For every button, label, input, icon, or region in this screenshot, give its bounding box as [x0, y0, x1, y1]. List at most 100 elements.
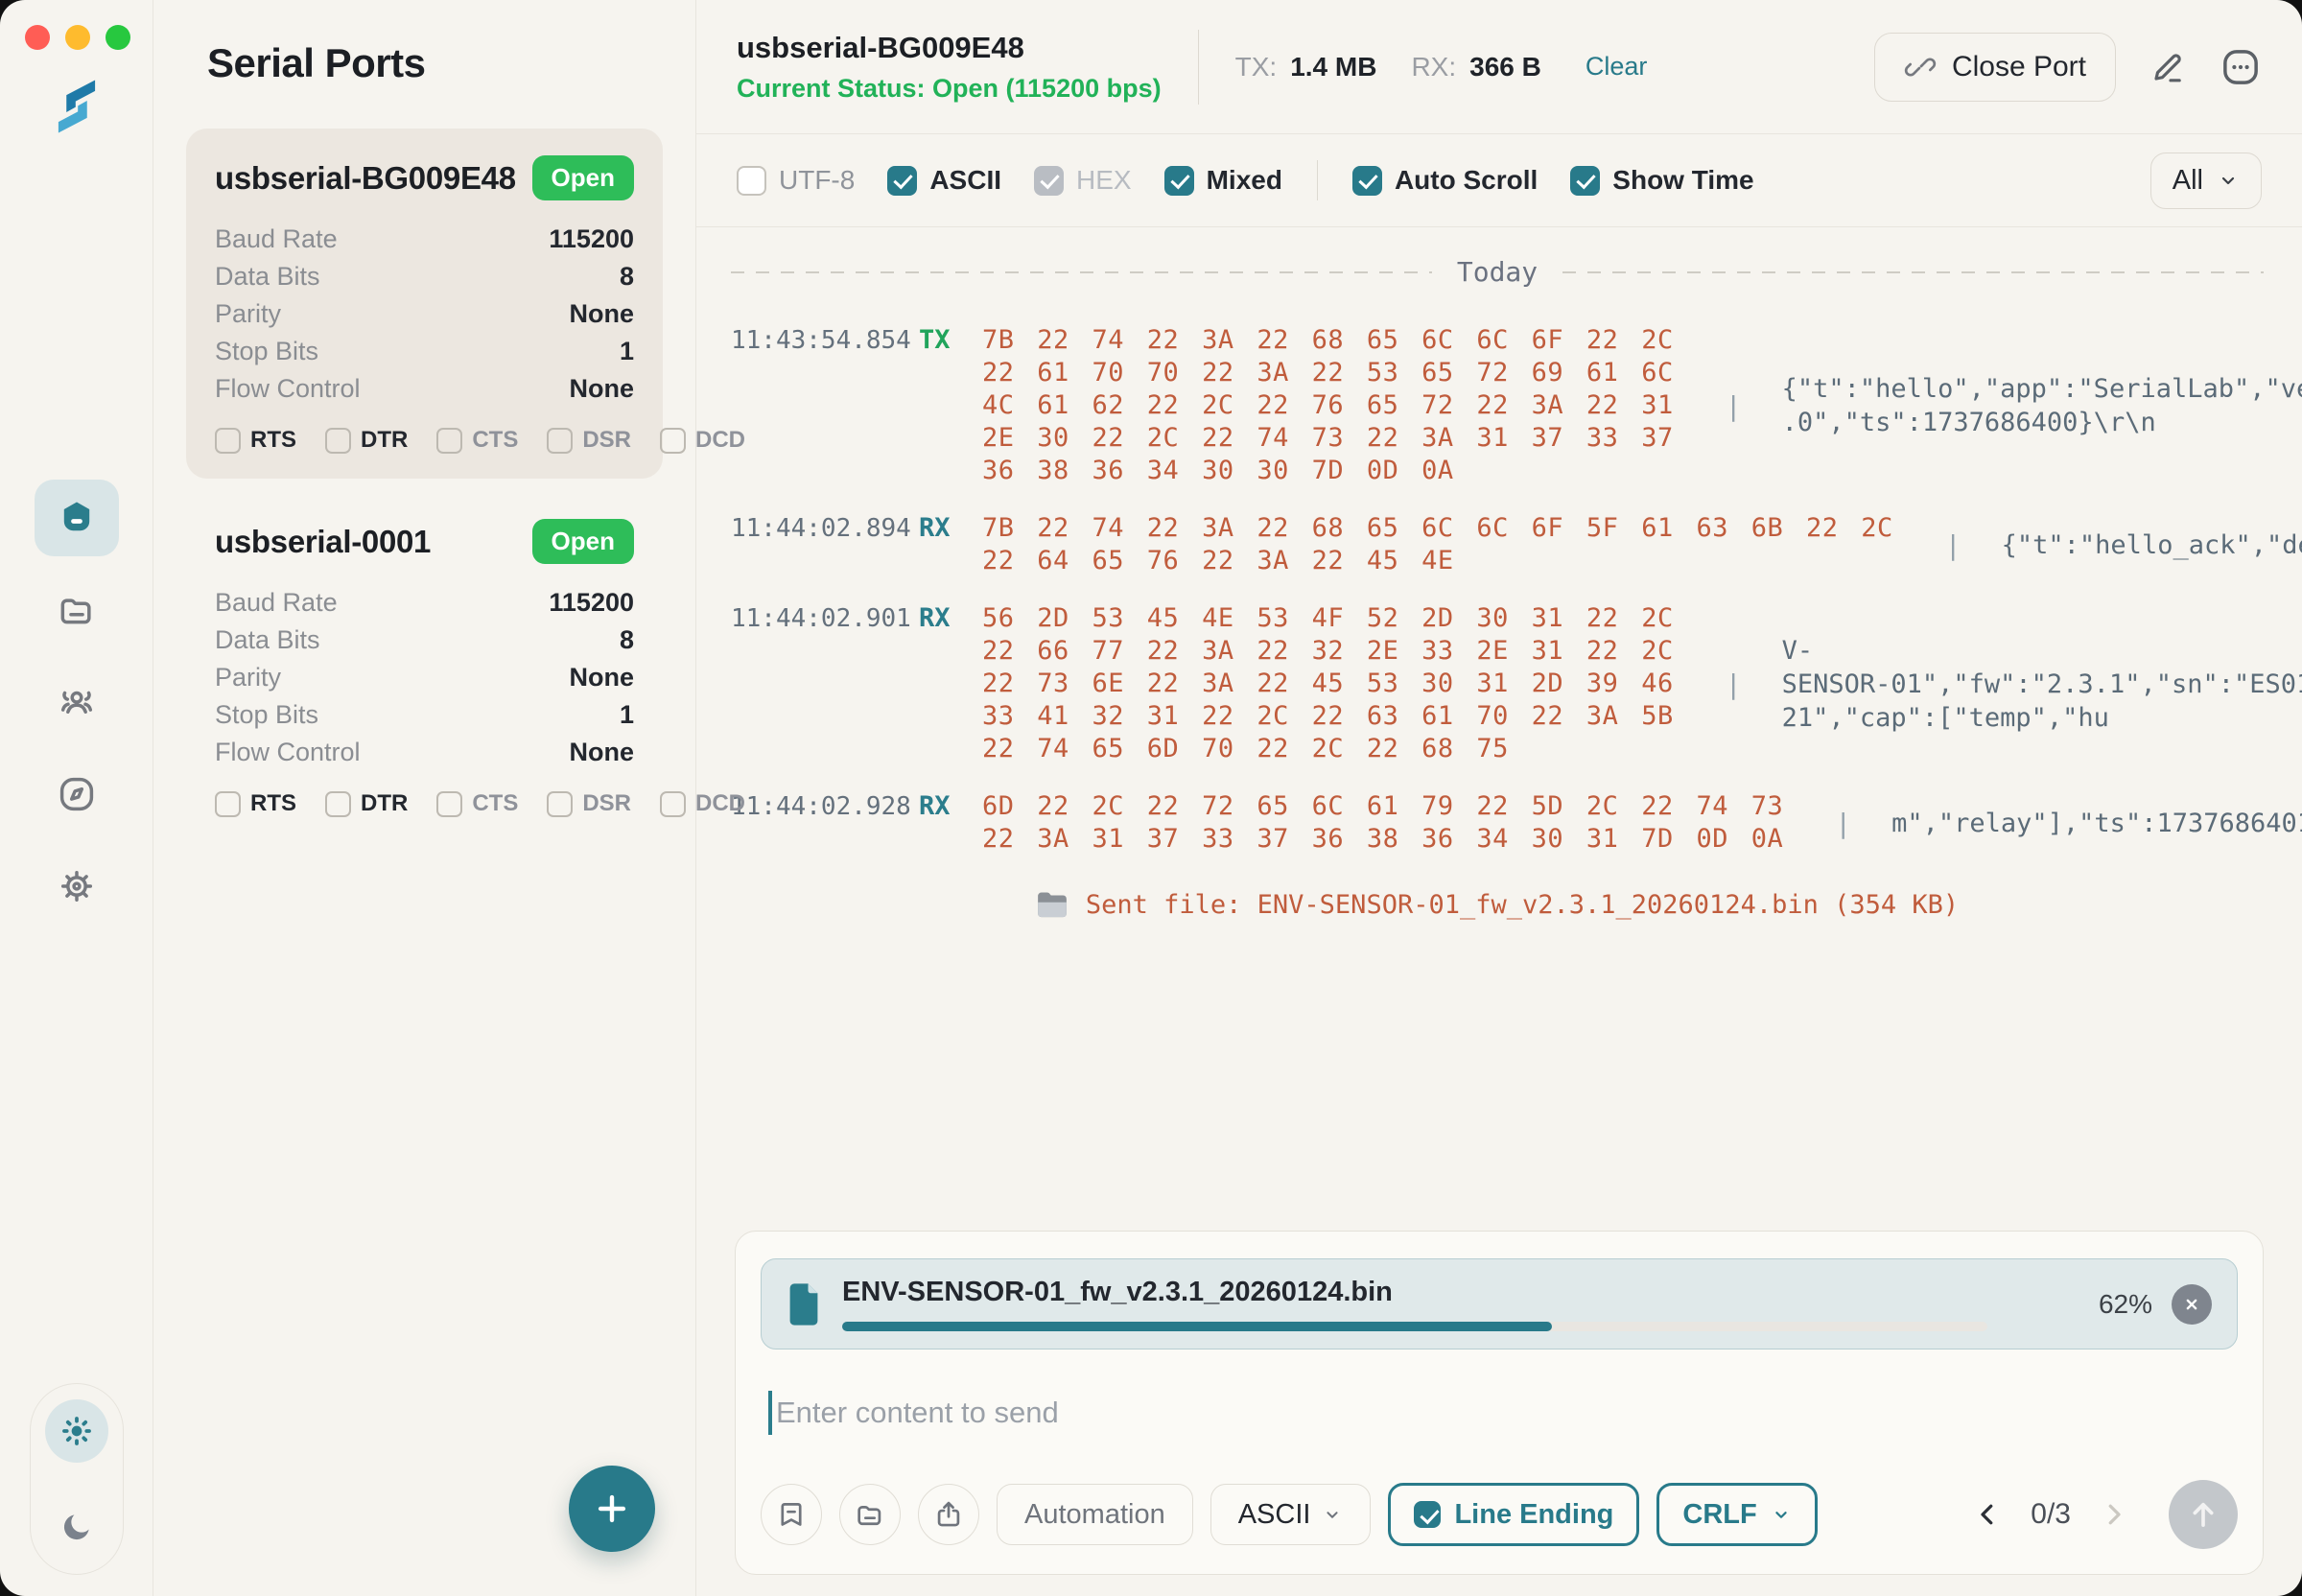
signal-dcd[interactable]: DCD — [660, 790, 745, 817]
rail-item-files[interactable] — [35, 572, 119, 648]
signal-cts[interactable]: CTS — [436, 790, 518, 817]
hex-row: 36 38 36 34 30 30 7D 0D 0A — [982, 455, 1674, 487]
field-label: Flow Control — [215, 735, 361, 769]
option-hex[interactable]: HEX — [1034, 165, 1132, 196]
header-divider — [1198, 30, 1199, 105]
history-pager: 0/3 — [1973, 1498, 2128, 1531]
chevron-left-icon[interactable] — [1973, 1500, 2002, 1529]
status-badge: Open — [532, 155, 634, 200]
encoding-select[interactable]: ASCII — [1210, 1484, 1372, 1545]
close-port-button[interactable]: Close Port — [1874, 33, 2116, 102]
preview-pipe: | — [1726, 669, 1742, 700]
signal-checkbox[interactable] — [660, 428, 686, 454]
traffic-light-close[interactable] — [25, 25, 50, 50]
send-input[interactable]: Enter content to send — [761, 1386, 2238, 1440]
send-file-button[interactable] — [918, 1484, 979, 1545]
close-icon — [2181, 1294, 2202, 1315]
option-show-time[interactable]: Show Time — [1570, 165, 1753, 196]
ascii-preview: |{"t":"hello_ack","dev":"EN — [1945, 528, 2302, 562]
add-port-button[interactable] — [569, 1466, 655, 1552]
rail-item-users[interactable] — [35, 664, 119, 740]
signal-checkbox[interactable] — [660, 791, 686, 817]
signal-checkbox[interactable] — [436, 791, 462, 817]
snippets-button[interactable] — [761, 1484, 822, 1545]
chevron-down-icon — [1322, 1504, 1343, 1525]
page-title: Serial Ports — [207, 40, 663, 86]
encoding-value: ASCII — [1238, 1499, 1311, 1531]
signal-dcd[interactable]: DCD — [660, 427, 745, 454]
unlink-icon — [1904, 51, 1937, 83]
folder-icon — [56, 589, 98, 631]
send-button[interactable] — [2169, 1480, 2238, 1549]
signal-checkbox[interactable] — [325, 791, 351, 817]
field-value: None — [570, 296, 635, 331]
option-ascii[interactable]: ASCII — [887, 165, 1001, 196]
direction-filter-select[interactable]: All — [2150, 153, 2262, 209]
more-options-button[interactable] — [2220, 46, 2262, 88]
signal-dsr[interactable]: DSR — [547, 790, 631, 817]
line-ending-checkbox[interactable] — [1414, 1501, 1441, 1528]
chevron-right-icon[interactable] — [2100, 1500, 2128, 1529]
signal-checkbox[interactable] — [215, 791, 241, 817]
gear-icon — [56, 865, 98, 907]
field-value: None — [570, 660, 635, 694]
signal-label: DCD — [695, 790, 745, 817]
traffic-light-zoom[interactable] — [106, 25, 130, 50]
field-label: Data Bits — [215, 259, 320, 293]
file-browser-button[interactable] — [839, 1484, 901, 1545]
automation-button[interactable]: Automation — [997, 1484, 1193, 1545]
signal-dtr[interactable]: DTR — [325, 427, 408, 454]
signal-rts[interactable]: RTS — [215, 427, 296, 454]
signal-checkbox[interactable] — [547, 791, 573, 817]
checkbox[interactable] — [737, 166, 766, 196]
terminal-log[interactable]: Today 11:43:54.854TX7B 22 74 22 3A 22 68… — [696, 227, 2302, 1231]
folder-icon — [854, 1498, 886, 1531]
dark-mode-button[interactable] — [45, 1495, 108, 1559]
tx-value: 1.4 MB — [1290, 52, 1376, 82]
signal-rts[interactable]: RTS — [215, 790, 296, 817]
checkbox[interactable] — [887, 166, 917, 196]
port-card[interactable]: usbserial-BG009E48OpenBaud Rate115200Dat… — [186, 129, 663, 479]
option-mixed[interactable]: Mixed — [1164, 165, 1282, 196]
line-ending-select[interactable]: CRLF — [1656, 1483, 1817, 1546]
hex-data: 7B 22 74 22 3A 22 68 65 6C 6C 6F 5F 61 6… — [982, 512, 1893, 577]
cancel-transfer-button[interactable] — [2172, 1284, 2212, 1325]
checkbox[interactable] — [1570, 166, 1600, 196]
light-mode-button[interactable] — [45, 1399, 108, 1463]
edit-button[interactable] — [2149, 48, 2187, 86]
line-ending-toggle[interactable]: Line Ending — [1388, 1483, 1639, 1546]
port-field: Baud Rate115200 — [215, 222, 634, 256]
signal-dtr[interactable]: DTR — [325, 790, 408, 817]
checkbox-label: Auto Scroll — [1395, 165, 1538, 196]
field-value: 115200 — [549, 585, 634, 620]
checkbox-label: ASCII — [929, 165, 1001, 196]
signal-checkbox[interactable] — [215, 428, 241, 454]
log-entry: 11:44:02.928RX6D 22 2C 22 72 65 6C 61 79… — [731, 790, 2264, 856]
rail-item-ports[interactable] — [35, 480, 119, 556]
preview-lines: {"t":"hello","app":"SerialLab","ver":"1.… — [1782, 372, 2302, 439]
signal-dsr[interactable]: DSR — [547, 427, 631, 454]
preview-pipe: | — [1835, 808, 1851, 839]
signal-label: DSR — [582, 427, 631, 454]
rail-item-settings[interactable] — [35, 848, 119, 925]
checkbox-label: Show Time — [1612, 165, 1753, 196]
traffic-light-minimize[interactable] — [65, 25, 90, 50]
icon-rail — [0, 0, 153, 1596]
signal-checkbox[interactable] — [547, 428, 573, 454]
signal-checkbox[interactable] — [436, 428, 462, 454]
checkbox[interactable] — [1164, 166, 1194, 196]
option-auto-scroll[interactable]: Auto Scroll — [1352, 165, 1538, 196]
rail-item-discover[interactable] — [35, 756, 119, 833]
option-utf-8[interactable]: UTF-8 — [737, 165, 855, 196]
checkbox[interactable] — [1034, 166, 1064, 196]
checkbox-label: Mixed — [1207, 165, 1282, 196]
ellipsis-icon — [2220, 46, 2262, 88]
checkbox[interactable] — [1352, 166, 1382, 196]
signal-checkbox[interactable] — [325, 428, 351, 454]
chevron-down-icon — [2217, 169, 2240, 192]
port-card[interactable]: usbserial-0001OpenBaud Rate115200Data Bi… — [186, 492, 663, 842]
signal-cts[interactable]: CTS — [436, 427, 518, 454]
automation-label: Automation — [1024, 1499, 1165, 1531]
hex-data: 7B 22 74 22 3A 22 68 65 6C 6C 6F 22 2C22… — [982, 324, 1674, 487]
clear-link[interactable]: Clear — [1586, 52, 1648, 82]
